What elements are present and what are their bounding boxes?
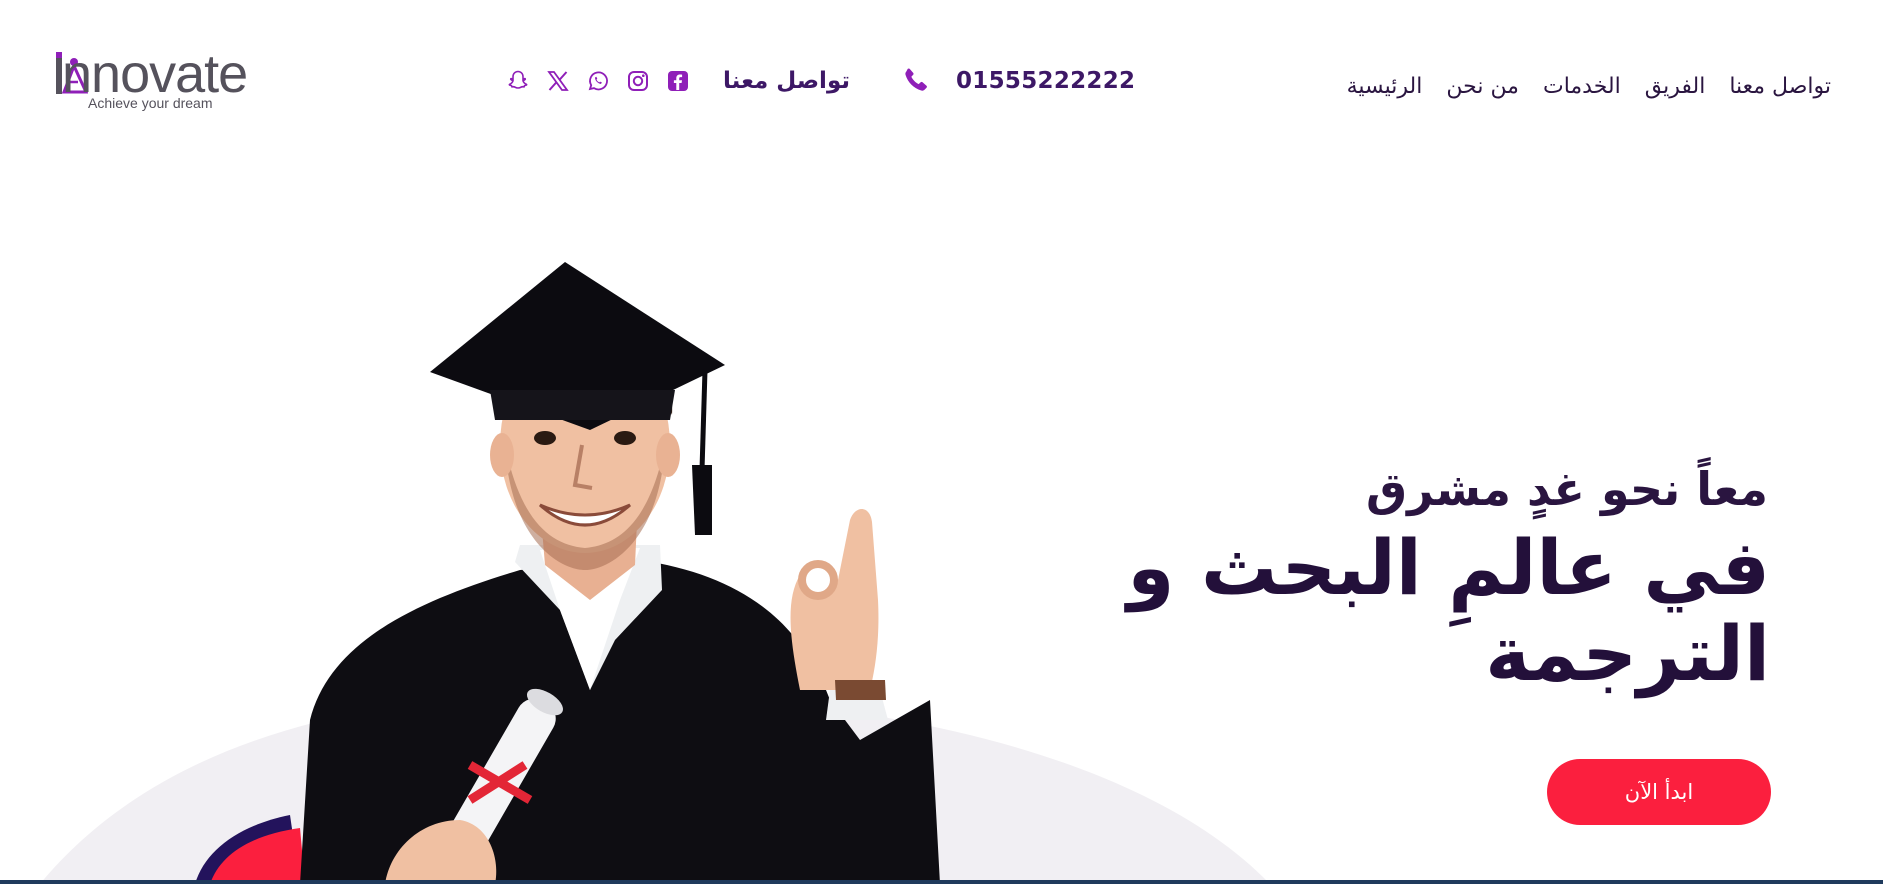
phone-icon[interactable]: [902, 66, 930, 94]
x-icon[interactable]: [546, 69, 570, 93]
social-links: [506, 66, 690, 96]
facebook-icon[interactable]: [666, 69, 690, 93]
main-nav: الرئيسية من نحن الخدمات الفريق تواصل معن…: [1347, 70, 1831, 104]
hero-title: في عالمِ البحث و الترجمة: [1127, 523, 1770, 698]
nav-item-services[interactable]: الخدمات: [1543, 70, 1621, 104]
nav-item-contact[interactable]: تواصل معنا: [1729, 70, 1831, 104]
instagram-icon[interactable]: [626, 69, 650, 93]
nav-item-team[interactable]: الفريق: [1645, 70, 1706, 104]
hero-subtitle: معاً نحو غدٍ مشرق: [1365, 462, 1768, 516]
snapchat-icon[interactable]: [506, 69, 530, 93]
phone-number[interactable]: 01555222222: [956, 64, 1135, 98]
header-contact-label[interactable]: تواصل معنا: [700, 64, 850, 98]
bottom-divider: [0, 880, 1883, 884]
start-now-button[interactable]: ابدأ الآن: [1547, 759, 1771, 825]
hero-background-arc: [40, 693, 1270, 884]
nav-item-home[interactable]: الرئيسية: [1347, 70, 1423, 104]
logo-tagline: Achieve your dream: [88, 95, 213, 111]
nav-item-about[interactable]: من نحن: [1446, 70, 1519, 104]
whatsapp-icon[interactable]: [586, 69, 610, 93]
